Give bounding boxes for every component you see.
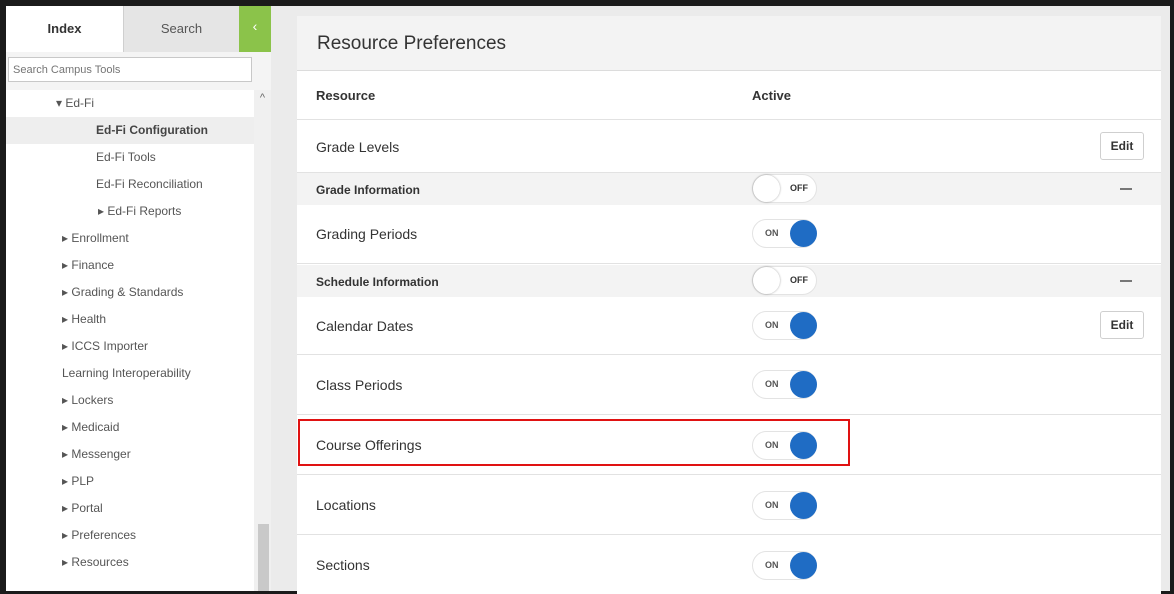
- panel-header: Resource Preferences: [297, 16, 1161, 71]
- tree-item-lockers[interactable]: ▸ Lockers: [6, 387, 254, 414]
- toggle-state-label: ON: [765, 379, 779, 389]
- toggle-schedule-information[interactable]: OFF: [752, 266, 817, 295]
- tree-item-ed-fi-configuration[interactable]: Ed-Fi Configuration: [6, 117, 254, 144]
- scroll-up-icon[interactable]: ^: [254, 90, 271, 107]
- row-label-locations: Locations: [316, 497, 376, 513]
- toggle-class-periods[interactable]: ON: [752, 370, 817, 399]
- table-row-calendar-dates: Calendar Dates ON Edit: [297, 297, 1161, 355]
- window-frame-right: [1170, 0, 1174, 594]
- toggle-knob: [790, 552, 817, 579]
- scrollbar-thumb[interactable]: [258, 524, 269, 591]
- toggle-knob: [790, 371, 817, 398]
- table-row-sections: Sections ON: [297, 536, 1161, 594]
- group-row-schedule-information: Schedule Information OFF: [297, 265, 1161, 297]
- row-label-calendar-dates: Calendar Dates: [316, 318, 414, 334]
- table-row-locations: Locations ON: [297, 476, 1161, 535]
- toggle-state-label: OFF: [790, 183, 808, 193]
- page-title: Resource Preferences: [317, 33, 507, 54]
- tree-item-resources[interactable]: ▸ Resources: [6, 549, 254, 576]
- table-row-grade-levels: Grade Levels Edit: [297, 120, 1161, 173]
- table-header-row: [297, 71, 1161, 120]
- group-label-schedule-information: Schedule Information: [316, 275, 439, 289]
- tree-item-ed-fi-reports[interactable]: ▸ Ed-Fi Reports: [6, 198, 254, 225]
- row-label-sections: Sections: [316, 557, 370, 573]
- table-row-grading-periods: Grading Periods ON: [297, 205, 1161, 264]
- toggle-grade-information[interactable]: OFF: [752, 174, 817, 203]
- toggle-state-label: ON: [765, 228, 779, 238]
- sidebar: Index Search ‹ ▾ Ed-Fi Ed-Fi Configurati…: [6, 6, 271, 591]
- toggle-knob: [753, 175, 780, 202]
- group-row-grade-information: Grade Information OFF: [297, 173, 1161, 205]
- tab-index[interactable]: Index: [6, 6, 123, 52]
- resource-preferences-panel: Resource Preferences Resource Active Gra…: [297, 16, 1161, 594]
- edit-grade-levels-button[interactable]: Edit: [1100, 132, 1144, 160]
- row-label-class-periods: Class Periods: [316, 377, 403, 393]
- tools-tree: ▾ Ed-Fi Ed-Fi Configuration Ed-Fi Tools …: [6, 90, 254, 591]
- highlight-box: [298, 419, 850, 466]
- row-label-grading-periods: Grading Periods: [316, 226, 418, 242]
- search-campus-tools-input[interactable]: [8, 57, 252, 82]
- tree-item-medicaid[interactable]: ▸ Medicaid: [6, 414, 254, 441]
- toggle-knob: [790, 220, 817, 247]
- toggle-locations[interactable]: ON: [752, 491, 817, 520]
- toggle-sections[interactable]: ON: [752, 551, 817, 580]
- toggle-knob: [790, 492, 817, 519]
- tree-item-messenger[interactable]: ▸ Messenger: [6, 441, 254, 468]
- edit-calendar-dates-button[interactable]: Edit: [1100, 311, 1144, 339]
- tree-item-plp[interactable]: ▸ PLP: [6, 468, 254, 495]
- table-row-class-periods: Class Periods ON: [297, 356, 1161, 415]
- tree-item-ed-fi-tools[interactable]: Ed-Fi Tools: [6, 144, 254, 171]
- sidebar-tabs: Index Search ‹: [6, 6, 271, 52]
- tree-item-portal[interactable]: ▸ Portal: [6, 495, 254, 522]
- tree-item-learning-interoperability[interactable]: Learning Interoperability: [6, 360, 254, 387]
- toggle-state-label: OFF: [790, 275, 808, 285]
- toggle-state-label: ON: [765, 560, 779, 570]
- toggle-grading-periods[interactable]: ON: [752, 219, 817, 248]
- toggle-knob: [790, 312, 817, 339]
- toggle-state-label: ON: [765, 500, 779, 510]
- tree-item-enrollment[interactable]: ▸ Enrollment: [6, 225, 254, 252]
- collapse-sidebar-button[interactable]: ‹: [239, 6, 271, 52]
- tree-item-ed-fi[interactable]: ▾ Ed-Fi: [6, 90, 254, 117]
- toggle-state-label: ON: [765, 320, 779, 330]
- tree-item-ed-fi-reconciliation[interactable]: Ed-Fi Reconciliation: [6, 171, 254, 198]
- toggle-knob: [753, 267, 780, 294]
- tab-search[interactable]: Search: [123, 6, 239, 52]
- toggle-calendar-dates[interactable]: ON: [752, 311, 817, 340]
- collapse-grade-information-icon[interactable]: [1120, 188, 1132, 190]
- row-label-grade-levels: Grade Levels: [316, 139, 400, 155]
- collapse-schedule-information-icon[interactable]: [1120, 280, 1132, 282]
- tree-item-preferences[interactable]: ▸ Preferences: [6, 522, 254, 549]
- tree-item-finance[interactable]: ▸ Finance: [6, 252, 254, 279]
- chevron-left-icon: ‹: [252, 18, 258, 34]
- group-label-grade-information: Grade Information: [316, 183, 421, 197]
- tree-item-grading-standards[interactable]: ▸ Grading & Standards: [6, 279, 254, 306]
- tree-scrollbar[interactable]: ^: [254, 90, 271, 591]
- tree-item-iccs-importer[interactable]: ▸ ICCS Importer: [6, 333, 254, 360]
- tree-item-health[interactable]: ▸ Health: [6, 306, 254, 333]
